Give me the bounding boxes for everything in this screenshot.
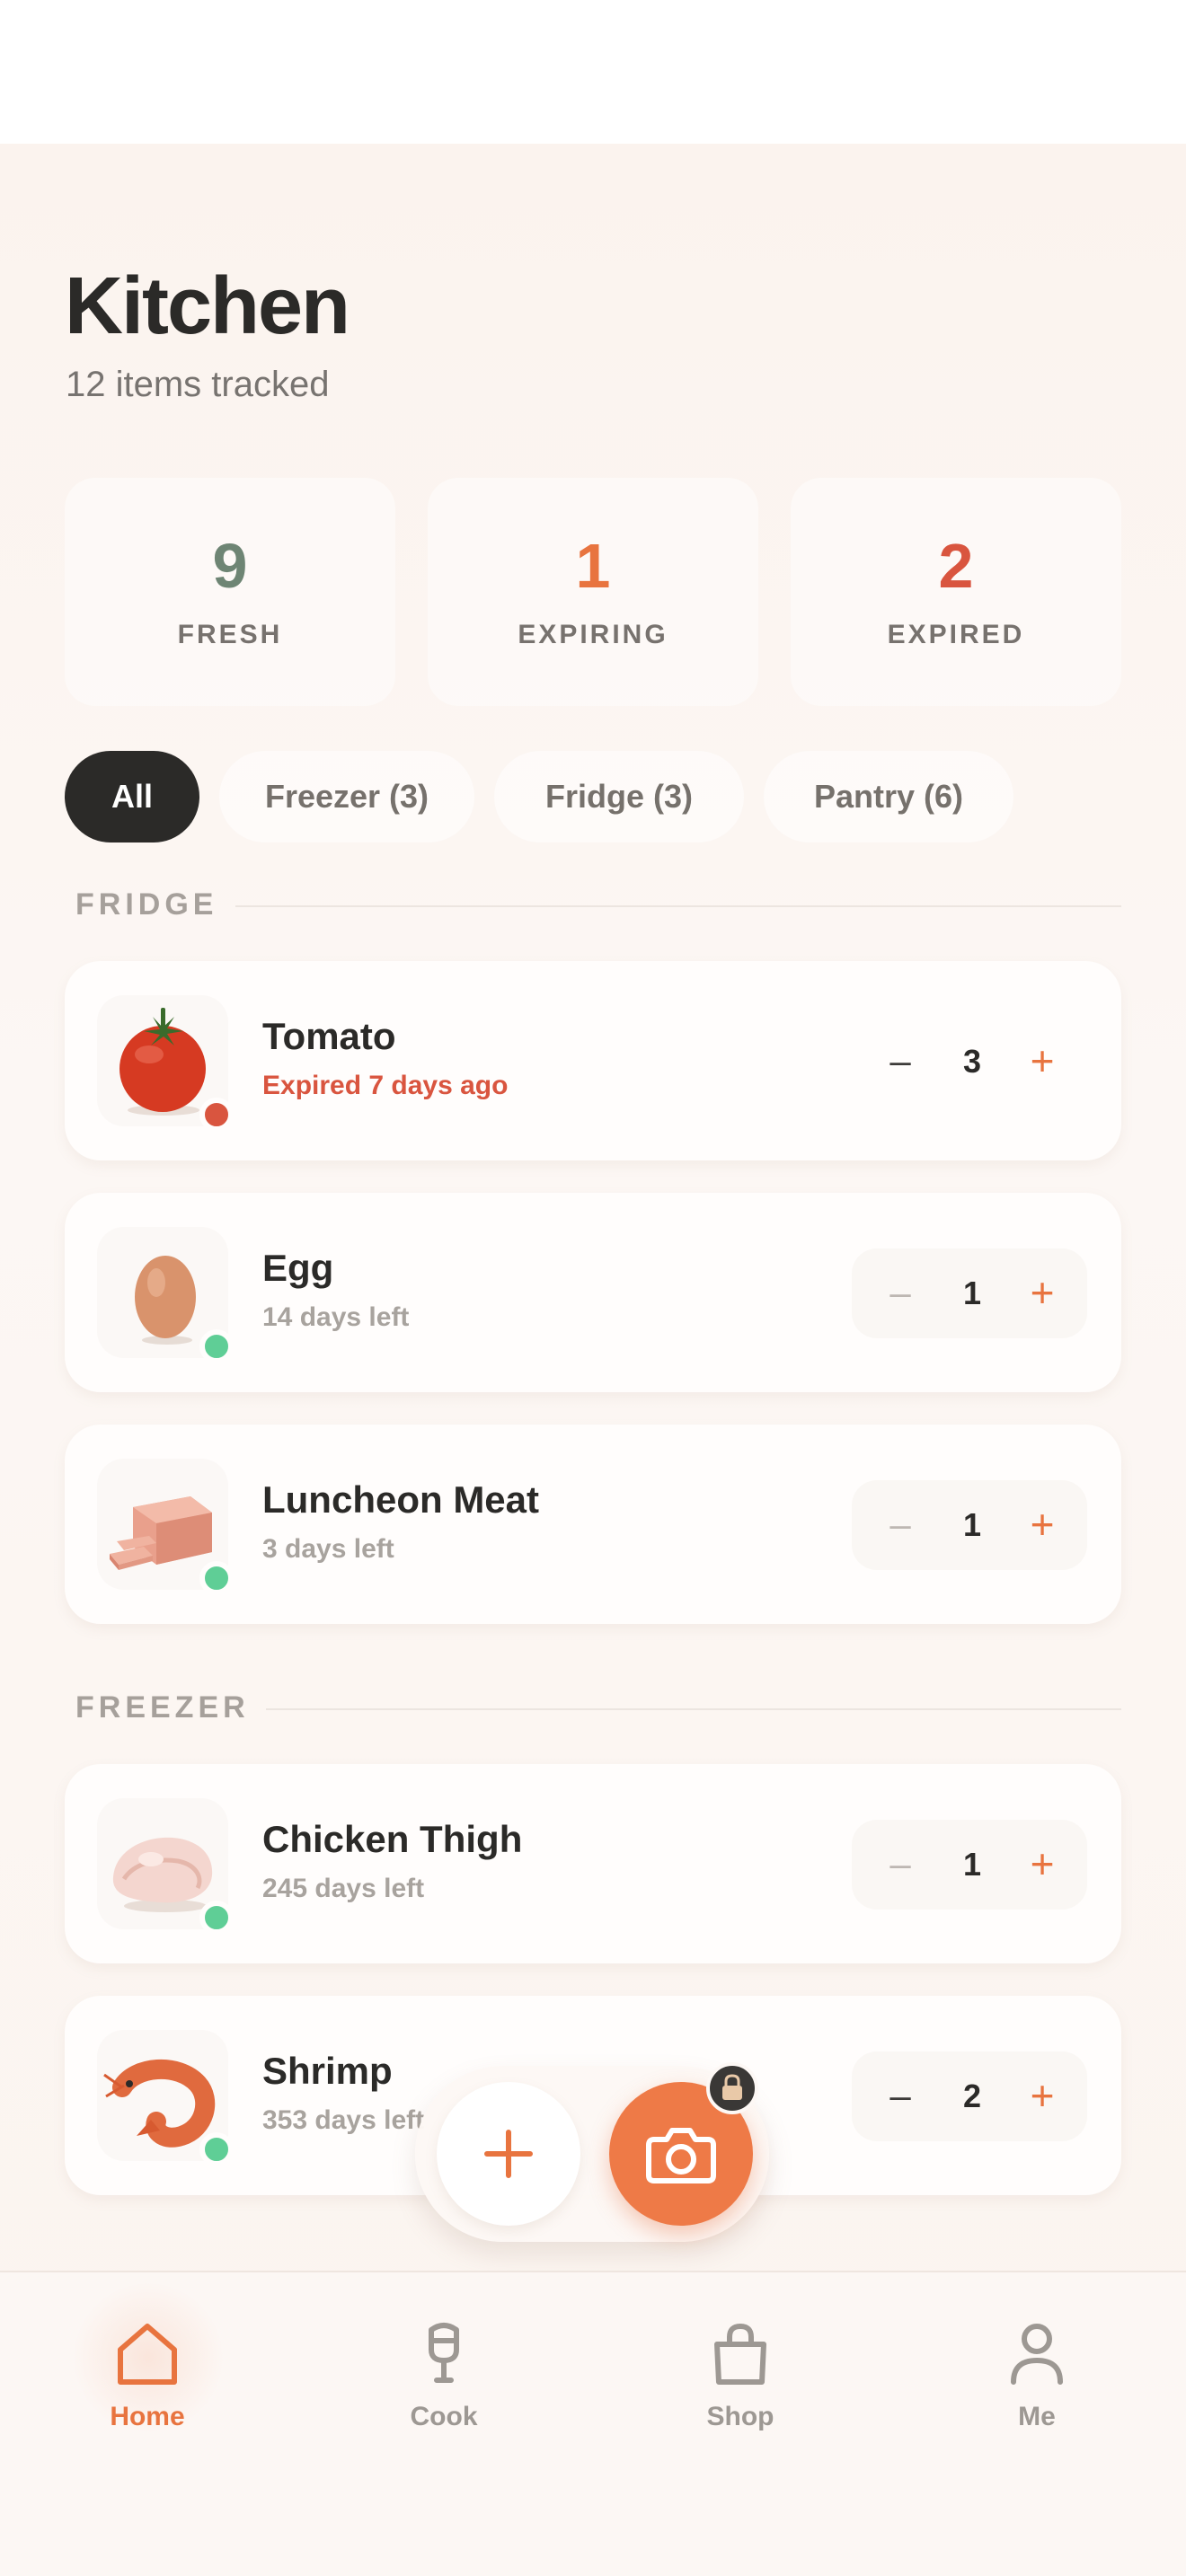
increase-button[interactable]: + bbox=[1013, 1836, 1071, 1893]
decrease-button[interactable]: – bbox=[873, 1838, 927, 1892]
quantity-value: 1 bbox=[962, 1275, 982, 1311]
item-expiry: 3 days left bbox=[262, 1534, 394, 1564]
shop-bag-icon bbox=[714, 2323, 766, 2385]
quantity-value: 1 bbox=[962, 1846, 982, 1883]
cook-icon bbox=[429, 2323, 459, 2383]
stat-label-expired: EXPIRED bbox=[887, 620, 1025, 649]
item-expiry: 245 days left bbox=[262, 1874, 425, 1903]
quantity-stepper: – 1 + bbox=[852, 1248, 1087, 1338]
nav-item-me[interactable]: Me bbox=[947, 2317, 1127, 2479]
stat-card-expiring[interactable]: 1 EXPIRING bbox=[428, 478, 758, 706]
plus-icon bbox=[484, 2130, 533, 2178]
quantity-stepper: – 2 + bbox=[852, 2051, 1087, 2141]
items-tracked-count: 12 items tracked bbox=[66, 365, 330, 404]
item-expiry: 14 days left bbox=[262, 1302, 410, 1332]
stat-value-expired: 2 bbox=[938, 531, 974, 601]
status-dot-expired bbox=[199, 1098, 234, 1132]
stat-label-fresh: FRESH bbox=[177, 620, 283, 649]
increase-button[interactable]: + bbox=[1013, 2068, 1071, 2125]
status-dot-fresh bbox=[199, 1329, 234, 1363]
nav-item-cook[interactable]: Cook bbox=[354, 2317, 534, 2479]
stat-label-expiring: EXPIRING bbox=[518, 620, 668, 649]
item-name: Luncheon Meat bbox=[262, 1478, 540, 1521]
floating-action-bar bbox=[415, 2062, 769, 2242]
item-name: Tomato bbox=[262, 1015, 396, 1057]
lock-icon bbox=[706, 2062, 758, 2114]
section-divider bbox=[266, 1708, 1121, 1710]
quantity-stepper: – 3 + bbox=[852, 1017, 1087, 1107]
nav-item-home[interactable]: Home bbox=[58, 2317, 237, 2479]
nav-item-shop[interactable]: Shop bbox=[651, 2317, 830, 2479]
filter-chip-pantry[interactable]: Pantry (6) bbox=[764, 751, 1013, 842]
decrease-button[interactable]: – bbox=[873, 2069, 927, 2123]
section-title-fridge: FRIDGE bbox=[75, 887, 218, 922]
stat-value-expiring: 1 bbox=[575, 531, 611, 601]
status-dot-fresh bbox=[199, 1561, 234, 1595]
item-name: Shrimp bbox=[262, 2050, 393, 2092]
filter-chip-fridge[interactable]: Fridge (3) bbox=[494, 751, 744, 842]
home-icon bbox=[118, 2324, 177, 2385]
status-dot-fresh bbox=[199, 2132, 234, 2166]
page-title: Kitchen bbox=[65, 261, 350, 351]
quantity-stepper: – 1 + bbox=[852, 1480, 1087, 1570]
quantity-stepper: – 1 + bbox=[852, 1820, 1087, 1910]
item-expiry: Expired 7 days ago bbox=[262, 1071, 509, 1100]
decrease-button[interactable]: – bbox=[873, 1266, 927, 1320]
increase-button[interactable]: + bbox=[1013, 1496, 1071, 1554]
add-item-button[interactable] bbox=[437, 2082, 580, 2226]
stat-value-fresh: 9 bbox=[212, 531, 248, 601]
section-title-freezer: FREEZER bbox=[75, 1690, 250, 1725]
increase-button[interactable]: + bbox=[1013, 1265, 1071, 1322]
list-item-egg[interactable]: Egg 14 days left – 1 + bbox=[65, 1193, 1121, 1392]
bottom-nav: Home Cook Shop Me bbox=[0, 2271, 1186, 2576]
filter-chip-all[interactable]: All bbox=[65, 751, 199, 842]
increase-button[interactable]: + bbox=[1013, 1033, 1071, 1090]
decrease-button[interactable]: – bbox=[873, 1498, 927, 1552]
status-bar-area bbox=[0, 0, 1186, 144]
quantity-value: 3 bbox=[962, 1043, 982, 1080]
filter-chip-freezer[interactable]: Freezer (3) bbox=[219, 751, 474, 842]
list-item-chicken-thigh[interactable]: Chicken Thigh 245 days left – 1 + bbox=[65, 1764, 1121, 1963]
stat-card-expired[interactable]: 2 EXPIRED bbox=[791, 478, 1121, 706]
list-item-tomato[interactable]: Tomato Expired 7 days ago – 3 + bbox=[65, 961, 1121, 1160]
nav-label-home: Home bbox=[110, 2402, 185, 2431]
status-dot-fresh bbox=[199, 1901, 234, 1935]
nav-label-cook: Cook bbox=[410, 2402, 478, 2431]
stat-card-fresh[interactable]: 9 FRESH bbox=[65, 478, 395, 706]
quantity-value: 2 bbox=[962, 2078, 982, 2114]
nav-label-me: Me bbox=[1018, 2402, 1056, 2431]
list-item-luncheon-meat[interactable]: Luncheon Meat 3 days left – 1 + bbox=[65, 1425, 1121, 1624]
section-divider bbox=[235, 905, 1121, 907]
quantity-value: 1 bbox=[962, 1506, 982, 1543]
item-expiry: 353 days left bbox=[262, 2105, 425, 2135]
item-name: Egg bbox=[262, 1247, 334, 1289]
decrease-button[interactable]: – bbox=[873, 1035, 927, 1089]
person-icon bbox=[1011, 2324, 1063, 2385]
nav-label-shop: Shop bbox=[706, 2402, 774, 2431]
item-name: Chicken Thigh bbox=[262, 1818, 523, 1860]
